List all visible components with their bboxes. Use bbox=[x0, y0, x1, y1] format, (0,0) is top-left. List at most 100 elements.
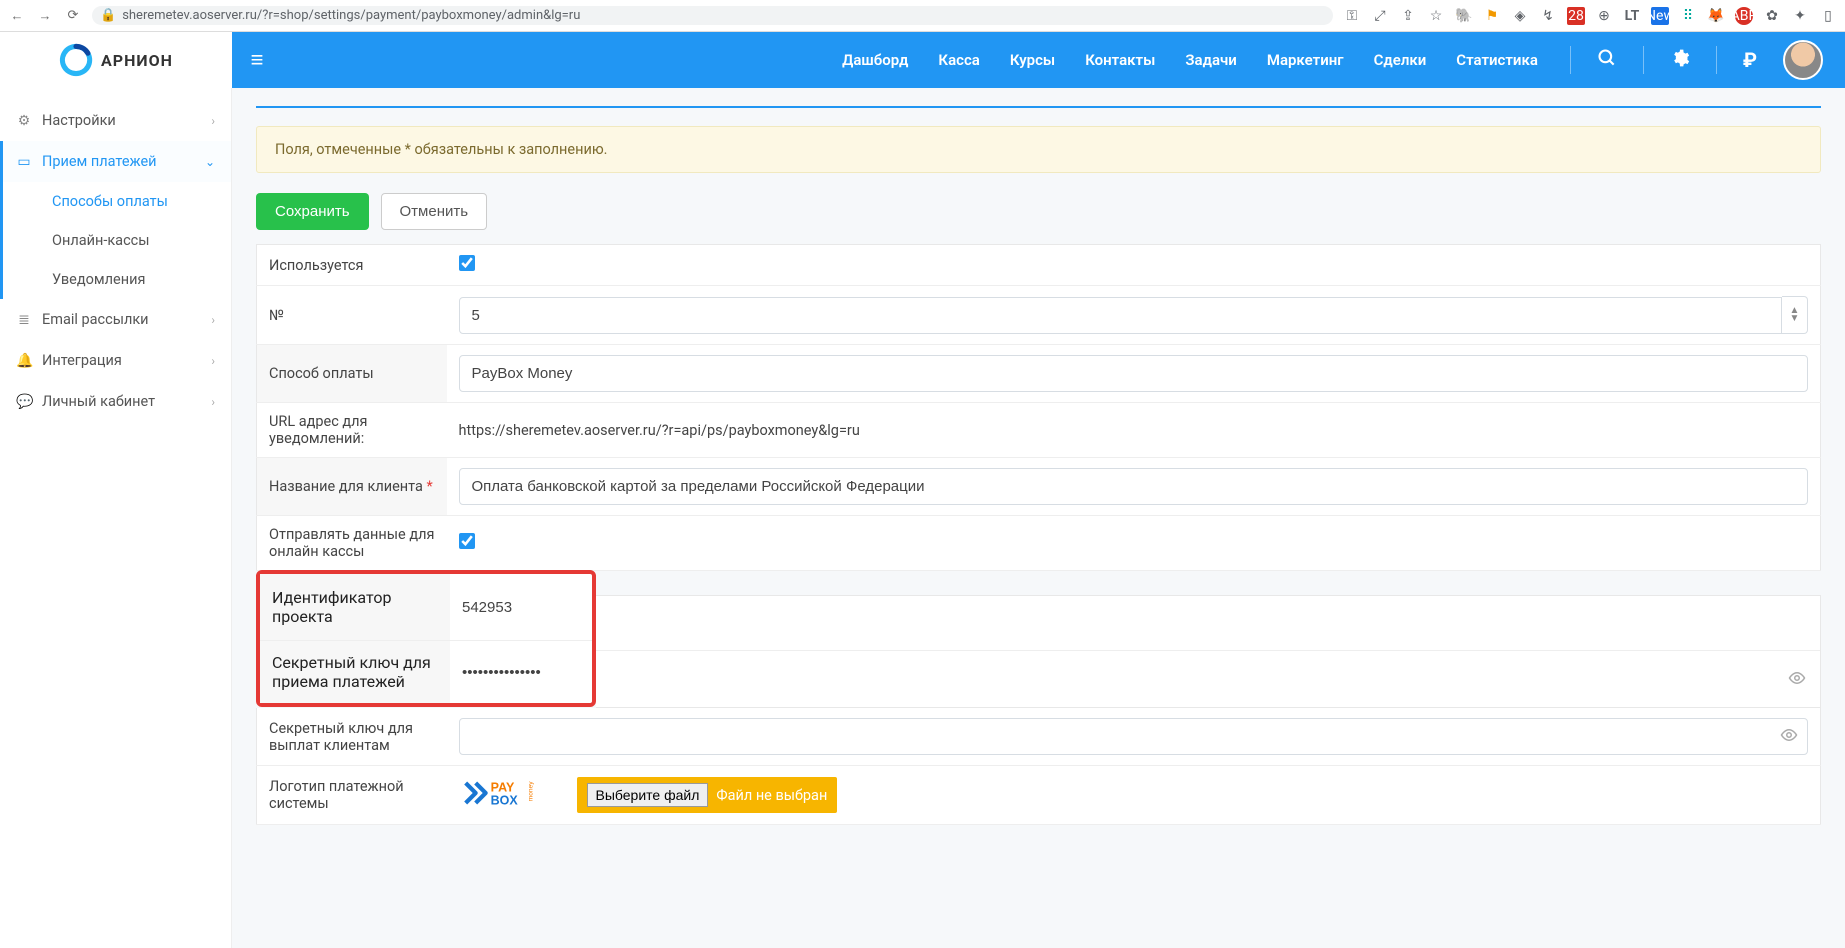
calendar-icon[interactable]: 28 bbox=[1567, 7, 1585, 25]
file-status: Файл не выбран bbox=[716, 787, 827, 804]
alert-text: Поля, отмеченные * обязательны к заполне… bbox=[275, 141, 608, 158]
logo-mark-icon bbox=[59, 43, 93, 77]
divider bbox=[1716, 46, 1717, 74]
app-header: АРНИОН ≡ Дашборд Касса Курсы Контакты За… bbox=[0, 32, 1845, 88]
zoom-icon[interactable]: ⤢ bbox=[1371, 7, 1389, 25]
gear-ext-icon[interactable]: ✿ bbox=[1763, 7, 1781, 25]
chevron-down-icon: ⌄ bbox=[205, 155, 215, 169]
sidebar-item-label: Онлайн-кассы bbox=[52, 232, 150, 249]
label-number: № bbox=[257, 286, 447, 345]
nav-deals[interactable]: Сделки bbox=[1374, 51, 1427, 69]
sidebar-sub-payment-methods[interactable]: Способы оплаты bbox=[44, 182, 231, 221]
divider bbox=[1570, 46, 1571, 74]
card-icon: ▭ bbox=[16, 154, 32, 170]
eye-icon[interactable] bbox=[1788, 669, 1806, 691]
sidebar-sub-notifications[interactable]: Уведомления bbox=[44, 260, 231, 299]
secret-out-input[interactable] bbox=[459, 718, 1809, 755]
lt-icon[interactable]: LT bbox=[1623, 7, 1641, 25]
currency-icon[interactable]: ₽ bbox=[1743, 48, 1757, 72]
used-checkbox[interactable] bbox=[459, 255, 475, 271]
chevron-right-icon: › bbox=[211, 114, 215, 128]
label-used: Используется bbox=[257, 245, 447, 286]
nav-contacts[interactable]: Контакты bbox=[1085, 51, 1155, 69]
search-icon[interactable] bbox=[1597, 48, 1617, 73]
settings-form-cont: Секретный ключ для выплат клиентам Логот… bbox=[256, 708, 1821, 825]
settings-icon[interactable] bbox=[1670, 48, 1690, 73]
label-url: URL адрес для уведомлений: bbox=[257, 403, 447, 458]
choose-file-button[interactable]: Выберите файл bbox=[587, 783, 709, 807]
sidebar-sub-online-kassa[interactable]: Онлайн-кассы bbox=[44, 221, 231, 260]
key-icon[interactable]: ⚿ bbox=[1343, 7, 1361, 25]
star-icon[interactable]: ☆ bbox=[1427, 7, 1445, 25]
nav-kassa[interactable]: Касса bbox=[938, 51, 979, 69]
sidebar-item-label: Интеграция bbox=[42, 352, 122, 369]
label-logo: Логотип платежной системы bbox=[257, 766, 447, 825]
sidebar-item-label: Личный кабинет bbox=[42, 393, 155, 410]
browser-chrome: ← → ⟳ 🔒 sheremetev.aoserver.ru/?r=shop/s… bbox=[0, 0, 1845, 32]
sidebar-item-payments[interactable]: ▭ Прием платежей ⌄ bbox=[0, 141, 231, 182]
nav-dashboard[interactable]: Дашборд bbox=[842, 51, 908, 69]
gear-icon: ⚙ bbox=[16, 113, 32, 129]
diamond-icon[interactable]: ◈ bbox=[1511, 7, 1529, 25]
window-icon[interactable]: ▯ bbox=[1819, 7, 1837, 25]
label-kassa: Отправлять данные для онлайн кассы bbox=[257, 516, 447, 571]
row-method: Способ оплаты bbox=[257, 345, 1821, 403]
row-secret-out: Секретный ключ для выплат клиентам bbox=[257, 708, 1821, 766]
user-avatar[interactable] bbox=[1783, 40, 1823, 80]
number-input[interactable] bbox=[459, 297, 1783, 334]
forward-icon[interactable]: → bbox=[36, 8, 54, 24]
save-button[interactable]: Сохранить bbox=[256, 193, 369, 230]
url-text: sheremetev.aoserver.ru/?r=shop/settings/… bbox=[122, 8, 580, 23]
share-icon[interactable]: ⇪ bbox=[1399, 7, 1417, 25]
fox-icon[interactable]: 🦊 bbox=[1707, 7, 1725, 25]
divider bbox=[1643, 46, 1644, 74]
sidebar-item-label: Уведомления bbox=[52, 271, 145, 288]
new-icon[interactable]: New bbox=[1651, 7, 1669, 25]
row-kassa: Отправлять данные для онлайн кассы bbox=[257, 516, 1821, 571]
sidebar-item-email[interactable]: ≣ Email рассылки › bbox=[0, 299, 231, 340]
eye-icon[interactable] bbox=[1780, 726, 1798, 748]
list-icon: ≣ bbox=[16, 312, 32, 328]
browser-extensions: ⚿ ⤢ ⇪ ☆ 🐘 ⚑ ◈ ↯ 28 ⊕ LT New ⠿ 🦊 ABP ✿ ✦ … bbox=[1343, 7, 1837, 25]
sidebar-item-label: Настройки bbox=[42, 112, 116, 129]
client-name-input[interactable] bbox=[459, 468, 1809, 505]
chat-icon: 💬 bbox=[16, 394, 32, 410]
row-secret-in: Секретный ключ для приема платежей bbox=[260, 641, 592, 704]
flag-icon[interactable]: ⚑ bbox=[1483, 7, 1501, 25]
project-id-input[interactable] bbox=[460, 593, 582, 622]
sidebar-item-account[interactable]: 💬 Личный кабинет › bbox=[0, 381, 231, 422]
svg-text:BOX: BOX bbox=[490, 794, 518, 808]
secret-in-input[interactable] bbox=[460, 658, 582, 687]
label-client: Название для клиента * bbox=[257, 458, 447, 516]
address-bar[interactable]: 🔒 sheremetev.aoserver.ru/?r=shop/setting… bbox=[92, 6, 1333, 25]
reload-icon[interactable]: ⟳ bbox=[64, 8, 82, 23]
abp-icon[interactable]: ABP bbox=[1735, 7, 1753, 25]
required-fields-alert: Поля, отмеченные * обязательны к заполне… bbox=[256, 126, 1821, 173]
nav-courses[interactable]: Курсы bbox=[1010, 51, 1055, 69]
back-icon[interactable]: ← bbox=[8, 8, 26, 24]
row-number: № ▲▼ bbox=[257, 286, 1821, 345]
label-secret-out: Секретный ключ для выплат клиентам bbox=[257, 708, 447, 766]
logo[interactable]: АРНИОН bbox=[0, 32, 232, 88]
kassa-checkbox[interactable] bbox=[459, 533, 475, 549]
row-url: URL адрес для уведомлений: https://shere… bbox=[257, 403, 1821, 458]
grid-icon[interactable]: ⠿ bbox=[1679, 7, 1697, 25]
top-rule bbox=[256, 106, 1821, 108]
number-stepper[interactable]: ▲▼ bbox=[1782, 296, 1808, 334]
row-logo: Логотип платежной системы PAY BOX money bbox=[257, 766, 1821, 825]
sidebar-item-integration[interactable]: 🔔 Интеграция › bbox=[0, 340, 231, 381]
puzzle-icon[interactable]: ✦ bbox=[1791, 7, 1809, 25]
globe-icon[interactable]: ⊕ bbox=[1595, 7, 1613, 25]
menu-toggle-icon[interactable]: ≡ bbox=[232, 47, 282, 73]
method-input[interactable] bbox=[459, 355, 1809, 392]
nav-marketing[interactable]: Маркетинг bbox=[1267, 51, 1344, 69]
loop-icon[interactable]: ↯ bbox=[1539, 7, 1557, 25]
nav-tasks[interactable]: Задачи bbox=[1185, 51, 1236, 69]
sidebar-item-label: Email рассылки bbox=[42, 311, 149, 328]
sidebar: ⚙ Настройки › ▭ Прием платежей ⌄ Способы… bbox=[0, 88, 232, 948]
evernote-icon[interactable]: 🐘 bbox=[1455, 7, 1473, 25]
sidebar-item-settings[interactable]: ⚙ Настройки › bbox=[0, 100, 231, 141]
bell-icon: 🔔 bbox=[16, 353, 32, 369]
cancel-button[interactable]: Отменить bbox=[381, 193, 488, 230]
nav-stats[interactable]: Статистика bbox=[1456, 51, 1538, 69]
